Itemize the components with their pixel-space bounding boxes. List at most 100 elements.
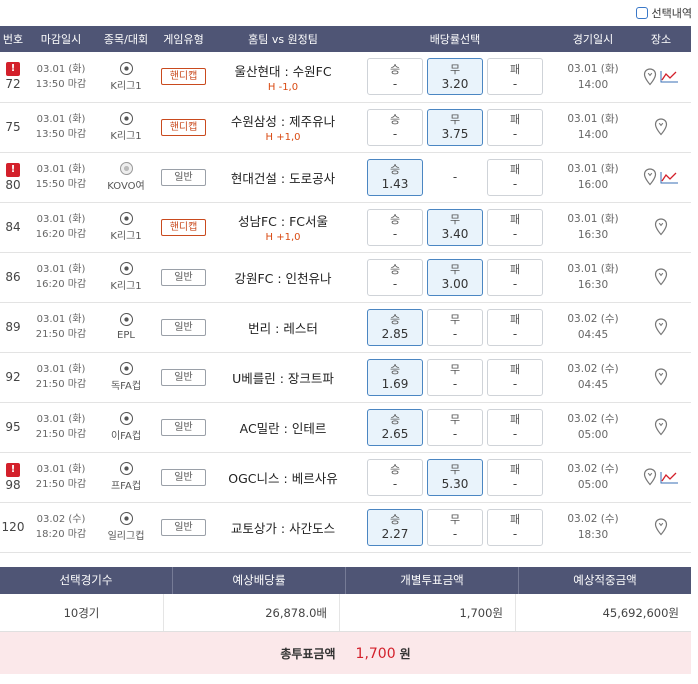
odds-draw-button[interactable]: 무 - (427, 308, 483, 346)
game-row: 75 03.01 (화) 13:50 마감 K리그1 핸디캡 수원삼성 : 제주… (0, 102, 691, 153)
game-date-cell: 03.02 (수) 04:45 (555, 302, 631, 353)
location-pin-icon[interactable] (643, 168, 657, 186)
odds-lose-button[interactable]: 패 - (487, 508, 543, 546)
soccer-ball-icon (119, 313, 133, 326)
soccer-ball-icon (119, 212, 133, 225)
alert-icon[interactable]: ! (6, 462, 20, 477)
odds-lose-button[interactable]: 패 - (487, 158, 543, 196)
vs-separator: : (283, 470, 292, 486)
total-bet-unit: 원 (399, 646, 411, 661)
away-team: 인테르 (291, 420, 327, 436)
odds-label: 승 (389, 163, 401, 176)
odds-label: 무 (449, 413, 461, 426)
league-name: 일리그컵 (107, 531, 145, 542)
alert-icon[interactable]: ! (6, 62, 20, 77)
odds-draw-button[interactable]: 무 - (427, 358, 483, 396)
odds-cell: 승 - 무 3.00 패 - (355, 252, 555, 303)
game-date-cell: 03.02 (수) 05:00 (555, 402, 631, 453)
odds-lose-button[interactable]: 패 - (487, 58, 543, 96)
location-pin-icon[interactable] (643, 68, 657, 86)
odds-lose-button[interactable]: 패 - (487, 208, 543, 246)
game-type-badge: 일반 (161, 368, 206, 386)
location-pin-icon[interactable] (654, 368, 668, 386)
odds-draw-button[interactable]: 무 3.75 (427, 108, 483, 146)
odds-lose-button[interactable]: 패 - (487, 408, 543, 446)
game-number: 86 (5, 270, 21, 284)
game-type-cell: 일반 (156, 502, 211, 553)
odds-win-button[interactable]: 승 2.85 (367, 308, 423, 346)
odds-cell: 승 2.85 무 - 패 - (355, 302, 555, 353)
odds-value: 5.30 (441, 477, 469, 491)
odds-lose-button[interactable]: 패 - (487, 358, 543, 396)
teams-cell: 수원삼성 : 제주유나 H +1,0 (211, 102, 355, 153)
odds-trend-icon[interactable] (660, 70, 679, 83)
odds-value: 2.85 (381, 327, 409, 341)
location-pin-icon[interactable] (654, 268, 668, 286)
odds-lose-button[interactable]: 패 - (487, 258, 543, 296)
odds-win-button[interactable]: 승 - (367, 208, 423, 246)
odds-draw-button[interactable]: 무 3.20 (427, 58, 483, 96)
odds-win-button[interactable]: 승 - (367, 258, 423, 296)
odds-draw-button[interactable]: 무 - (427, 408, 483, 446)
soccer-ball-icon (119, 412, 133, 425)
deadline-cell: 03.01 (화) 13:50 마감 (26, 52, 96, 103)
place-cell (631, 252, 691, 303)
game-type-cell: 일반 (156, 452, 211, 503)
location-pin-icon[interactable] (654, 518, 668, 536)
game-date: 03.02 (수) (567, 363, 619, 375)
place-icons (631, 518, 691, 536)
location-pin-icon[interactable] (654, 318, 668, 336)
vs-separator: : (280, 520, 290, 536)
odds-value: - (512, 177, 518, 191)
odds-win-button[interactable]: 승 - (367, 458, 423, 496)
odds-label: 무 (449, 513, 461, 526)
game-number-cell: 75 (0, 102, 26, 153)
location-pin-icon[interactable] (654, 418, 668, 436)
odds-win-button[interactable]: 승 1.43 (367, 158, 423, 196)
header-game-type: 게임유형 (156, 26, 211, 52)
away-team: 수원FC (292, 63, 332, 79)
deadline-time: 21:50 마감 (35, 479, 87, 490)
odds-win-button[interactable]: 승 - (367, 108, 423, 146)
odds-lose-button[interactable]: 패 - (487, 108, 543, 146)
odds-draw-button[interactable]: 무 3.00 (427, 258, 483, 296)
deadline-time: 18:20 마감 (35, 529, 87, 540)
odds-win-button[interactable]: 승 2.27 (367, 508, 423, 546)
place-icons (631, 368, 691, 386)
odds-lose-button[interactable]: 패 - (487, 308, 543, 346)
location-pin-icon[interactable] (643, 468, 657, 486)
odds-label: 승 (389, 213, 401, 226)
odds-value: - (392, 227, 398, 241)
game-date-cell: 03.01 (화) 16:00 (555, 152, 631, 203)
odds-draw-button[interactable]: 무 5.30 (427, 458, 483, 496)
select-history-checkbox[interactable] (635, 7, 648, 19)
deadline-time: 15:50 마감 (35, 179, 87, 190)
odds-label: 패 (509, 263, 521, 276)
odds-win-button[interactable]: 승 - (367, 58, 423, 96)
odds-value: 3.40 (441, 227, 469, 241)
vs-separator: : (280, 214, 290, 229)
odds-lose-button[interactable]: 패 - (487, 458, 543, 496)
odds-label: 패 (509, 363, 521, 376)
odds-win-button[interactable]: 승 2.65 (367, 408, 423, 446)
deadline-time: 21:50 마감 (35, 379, 87, 390)
odds-draw-button[interactable]: 무 - (427, 508, 483, 546)
odds-label: 패 (509, 513, 521, 526)
odds-trend-icon[interactable] (660, 171, 679, 184)
odds-cell: 승 2.27 무 - 패 - (355, 502, 555, 553)
deadline-date: 03.01 (화) (36, 414, 86, 425)
odds-trend-icon[interactable] (660, 471, 679, 484)
teams-cell: OGC니스 : 베르사유 (211, 452, 355, 503)
place-icons (631, 68, 691, 86)
odds-label: 승 (389, 113, 401, 126)
location-pin-icon[interactable] (654, 218, 668, 236)
place-cell (631, 102, 691, 153)
summary-header-odds: 예상배당률 (173, 567, 346, 594)
odds-draw-button[interactable]: 무 3.40 (427, 208, 483, 246)
odds-win-button[interactable]: 승 1.69 (367, 358, 423, 396)
select-history-toggle[interactable]: 선택내역 (635, 5, 692, 21)
location-pin-icon[interactable] (654, 118, 668, 136)
alert-icon[interactable]: ! (6, 162, 20, 177)
away-team: 장크트파 (287, 370, 334, 386)
game-type-cell: 일반 (156, 352, 211, 403)
